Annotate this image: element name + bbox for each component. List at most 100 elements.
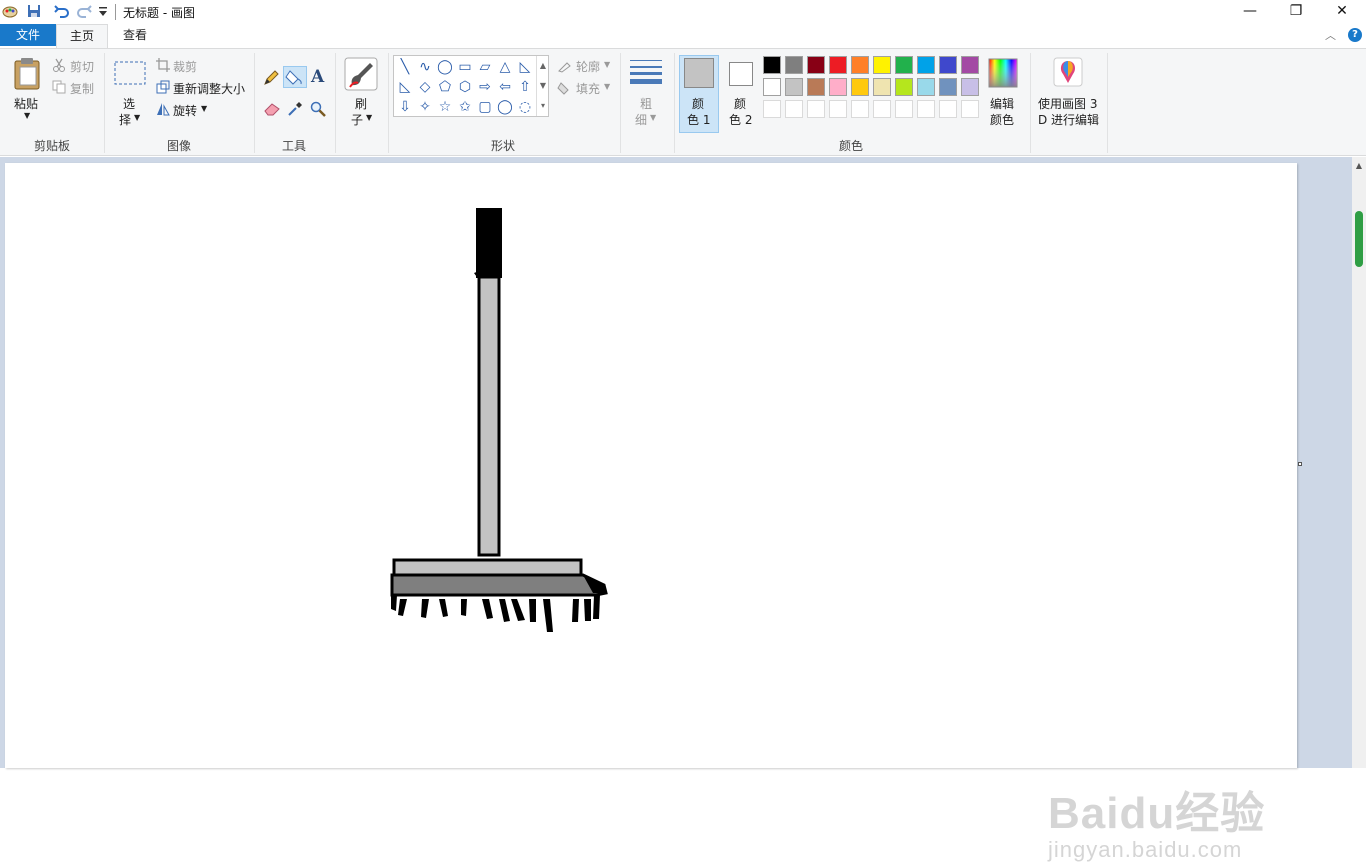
fill-tool-selected[interactable] [283, 66, 307, 88]
text-tool-icon[interactable]: A [311, 67, 324, 87]
palette-custom-slot[interactable] [785, 100, 803, 118]
color1-swatch[interactable] [684, 58, 714, 88]
palette-color-swatch[interactable] [785, 78, 803, 96]
shape-right-triangle-icon[interactable]: ◺ [396, 80, 414, 94]
shape-callout-oval-icon[interactable]: ◯ [496, 100, 514, 114]
outline-dropdown-icon[interactable]: ▼ [604, 60, 610, 69]
maximize-button[interactable]: ❐ [1273, 0, 1319, 24]
help-icon[interactable]: ? [1348, 28, 1362, 42]
palette-color-swatch[interactable] [851, 78, 869, 96]
select-label-1[interactable]: 选 [123, 95, 135, 112]
paste-button[interactable]: 粘贴 [14, 95, 38, 112]
paint3d-icon[interactable] [1053, 57, 1083, 87]
shape-six-point-star-icon[interactable]: ✩ [456, 100, 474, 114]
shape-left-arrow-icon[interactable]: ⇦ [496, 80, 514, 94]
palette-color-swatch[interactable] [939, 78, 957, 96]
tab-file[interactable]: 文件 [0, 24, 56, 46]
palette-color-swatch[interactable] [895, 78, 913, 96]
shape-callout-cloud-icon[interactable]: ◌ [516, 100, 534, 114]
size-label-2[interactable]: 细 [635, 111, 647, 128]
shape-oval-icon[interactable]: ◯ [436, 60, 454, 74]
shape-diamond-icon[interactable]: ◇ [416, 80, 434, 94]
crop-button[interactable]: 裁剪 [173, 58, 197, 75]
brushes-label-2[interactable]: 子 [351, 111, 363, 128]
palette-color-swatch[interactable] [851, 56, 869, 74]
palette-custom-slot[interactable] [961, 100, 979, 118]
palette-color-swatch[interactable] [763, 56, 781, 74]
drawing-canvas[interactable] [5, 163, 1297, 768]
shape-up-arrow-icon[interactable]: ⇧ [516, 80, 534, 94]
canvas-resize-handle[interactable] [1298, 462, 1302, 466]
select-icon[interactable] [114, 61, 146, 85]
resize-button[interactable]: 重新调整大小 [173, 80, 245, 97]
shape-triangle-icon[interactable]: △ [496, 60, 514, 74]
palette-color-swatch[interactable] [961, 56, 979, 74]
tab-view[interactable]: 查看 [108, 24, 162, 46]
pencil-icon[interactable] [262, 69, 280, 87]
palette-custom-slot[interactable] [829, 100, 847, 118]
palette-color-swatch[interactable] [917, 56, 935, 74]
edit-colors-label-1[interactable]: 编辑 [990, 95, 1014, 112]
shape-pentagon-icon[interactable]: ⬠ [436, 80, 454, 94]
paint3d-label-1[interactable]: 使用画图 3 [1038, 95, 1097, 112]
color2-swatch[interactable] [729, 62, 753, 86]
shape-right-arrow-icon[interactable]: ⇨ [476, 80, 494, 94]
palette-color-swatch[interactable] [873, 78, 891, 96]
customize-quick-access-icon[interactable] [98, 6, 108, 18]
brushes-label-1[interactable]: 刷 [355, 95, 367, 112]
eraser-icon[interactable] [263, 101, 281, 117]
palette-custom-slot[interactable] [807, 100, 825, 118]
save-icon[interactable] [26, 3, 42, 19]
color-picker-icon[interactable] [287, 101, 303, 117]
brushes-dropdown-icon[interactable]: ▼ [366, 113, 372, 122]
shape-hexagon-icon[interactable]: ⬡ [456, 80, 474, 94]
fill-button[interactable]: 填充 [576, 80, 600, 97]
brush-icon[interactable] [344, 57, 378, 91]
rotate-dropdown-icon[interactable]: ▼ [201, 104, 207, 113]
magnifier-icon[interactable] [310, 101, 326, 117]
vertical-scrollbar[interactable]: ▲ [1352, 157, 1366, 768]
palette-color-swatch[interactable] [829, 78, 847, 96]
shape-four-point-star-icon[interactable]: ✧ [416, 100, 434, 114]
line-size-icon[interactable] [630, 59, 662, 85]
palette-color-swatch[interactable] [785, 56, 803, 74]
copy-button[interactable]: 复制 [70, 80, 94, 97]
paint-app-icon[interactable] [2, 3, 18, 19]
palette-custom-slot[interactable] [873, 100, 891, 118]
shape-callout-rect-icon[interactable]: ▢ [476, 100, 494, 114]
select-dropdown-icon[interactable]: ▼ [134, 113, 140, 122]
close-button[interactable]: ✕ [1319, 0, 1365, 24]
redo-icon[interactable] [76, 3, 92, 19]
minimize-button[interactable]: — [1227, 0, 1273, 24]
paint3d-label-2[interactable]: D 进行编辑 [1038, 111, 1099, 128]
palette-custom-slot[interactable] [851, 100, 869, 118]
shape-right-triangle-icon[interactable]: ◺ [516, 60, 534, 74]
palette-color-swatch[interactable] [917, 78, 935, 96]
palette-color-swatch[interactable] [939, 56, 957, 74]
palette-color-swatch[interactable] [895, 56, 913, 74]
palette-color-swatch[interactable] [873, 56, 891, 74]
scroll-thumb[interactable] [1355, 211, 1363, 267]
size-label-1[interactable]: 粗 [640, 95, 652, 112]
edit-colors-icon[interactable] [988, 58, 1018, 88]
shapes-scroll[interactable]: ▲ ▼ ▾ [536, 56, 549, 116]
edit-colors-label-2[interactable]: 颜色 [990, 111, 1014, 128]
paste-icon[interactable] [12, 57, 42, 91]
palette-custom-slot[interactable] [895, 100, 913, 118]
collapse-ribbon-icon[interactable]: ︿ [1325, 27, 1336, 43]
palette-color-swatch[interactable] [829, 56, 847, 74]
shape-down-arrow-icon[interactable]: ⇩ [396, 100, 414, 114]
palette-color-swatch[interactable] [763, 78, 781, 96]
palette-color-swatch[interactable] [807, 78, 825, 96]
select-label-2[interactable]: 择 [119, 111, 131, 128]
palette-custom-slot[interactable] [917, 100, 935, 118]
palette-color-swatch[interactable] [807, 56, 825, 74]
shape-curve-icon[interactable]: ∿ [416, 60, 434, 74]
cut-button[interactable]: 剪切 [70, 58, 94, 75]
tab-home[interactable]: 主页 [56, 24, 108, 48]
fill-dropdown-icon[interactable]: ▼ [604, 82, 610, 91]
paste-dropdown-icon[interactable]: ▼ [24, 111, 30, 120]
outline-button[interactable]: 轮廓 [576, 58, 600, 75]
shape-five-point-star-icon[interactable]: ☆ [436, 100, 454, 114]
shape-line-icon[interactable]: ╲ [396, 60, 414, 74]
